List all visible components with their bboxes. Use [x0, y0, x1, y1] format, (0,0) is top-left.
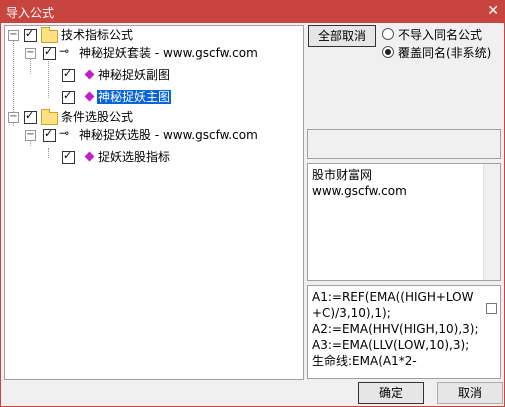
formula-checkbox[interactable] — [486, 303, 497, 314]
tree-checkbox[interactable] — [43, 45, 56, 60]
formula-icon — [84, 69, 95, 80]
collapse-icon[interactable]: − — [8, 112, 19, 123]
tree-node-label: 神秘捉妖主图 — [97, 90, 172, 104]
tree-checkbox[interactable] — [43, 127, 56, 142]
tree-checkbox[interactable] — [62, 149, 75, 164]
description-scrollbar[interactable] — [483, 164, 500, 280]
tree-node-label: 神秘捉妖选股 - www.gscfw.com — [79, 128, 258, 142]
description-line-1: 股市财富网 — [312, 168, 373, 182]
formula-source-box[interactable]: A1:=REF(EMA((HIGH+LOW +C)/3,10),1); A2:=… — [307, 285, 501, 379]
radio-no-import[interactable] — [382, 28, 394, 40]
ok-button[interactable]: 确定 — [358, 382, 424, 404]
formula-source-text: A1:=REF(EMA((HIGH+LOW +C)/3,10),1); A2:=… — [312, 289, 479, 369]
tree-node-label: 条件选股公式 — [61, 110, 134, 124]
formula-tree[interactable]: − 技术指标公式 − ⊸ 神秘捉妖套装 - www.gscfw.com 神秘捉妖… — [4, 25, 304, 380]
tree-node-label: 神秘捉妖套装 - www.gscfw.com — [79, 46, 258, 60]
empty-field — [307, 129, 501, 159]
deselect-all-button[interactable]: 全部取消 — [308, 25, 376, 47]
description-text: 股市财富网 www.gscfw.com — [312, 167, 407, 199]
formula-line: 生命线:EMA(A1*2- — [312, 354, 417, 368]
tree-node-tech-indicators[interactable]: − 技术指标公式 — [5, 26, 295, 44]
tree-node-label: 捉妖选股指标 — [98, 150, 171, 164]
cancel-button[interactable]: 取消 — [437, 382, 503, 404]
key-icon: ⊸ — [59, 44, 70, 58]
formula-line: A2:=EMA(HHV(HIGH,10),3); — [312, 322, 479, 336]
title-bar: 导入公式 ✕ — [1, 1, 504, 23]
tree-node-main-chart[interactable]: 神秘捉妖主图 — [5, 88, 295, 106]
formula-line: +C)/3,10),1); — [312, 306, 391, 320]
folder-icon — [41, 109, 58, 125]
tree-node-label: 技术指标公式 — [61, 28, 134, 42]
tree-node-stock-screening[interactable]: − 条件选股公式 — [5, 108, 295, 126]
tree-node-sub-chart[interactable]: 神秘捉妖副图 — [5, 66, 295, 84]
radio-overwrite-label[interactable]: 覆盖同名(非系统) — [398, 44, 491, 61]
radio-no-import-label[interactable]: 不导入同名公式 — [398, 26, 482, 43]
collapse-icon[interactable]: − — [8, 30, 19, 41]
key-icon: ⊸ — [59, 126, 70, 140]
folder-icon — [41, 27, 58, 43]
formula-line: A1:=REF(EMA((HIGH+LOW — [312, 290, 474, 304]
tree-checkbox[interactable] — [62, 89, 75, 104]
radio-overwrite[interactable] — [382, 46, 394, 58]
collapse-icon[interactable]: − — [25, 130, 36, 141]
tree-node-screening-suite[interactable]: − ⊸ 神秘捉妖选股 - www.gscfw.com — [5, 126, 295, 144]
tree-node-label: 神秘捉妖副图 — [98, 68, 171, 82]
description-line-2: www.gscfw.com — [312, 184, 407, 198]
formula-line: A3:=EMA(LLV(LOW,10),3); — [312, 338, 470, 352]
formula-description-box[interactable]: 股市财富网 www.gscfw.com — [307, 163, 501, 281]
close-icon[interactable]: ✕ — [487, 4, 499, 19]
tree-node-suite[interactable]: − ⊸ 神秘捉妖套装 - www.gscfw.com — [5, 44, 295, 62]
formula-icon — [84, 151, 95, 162]
tree-checkbox[interactable] — [24, 27, 37, 42]
tree-checkbox[interactable] — [62, 67, 75, 82]
dialog-title: 导入公式 — [6, 6, 55, 20]
tree-node-screening-indicator[interactable]: 捉妖选股指标 — [5, 148, 295, 166]
tree-checkbox[interactable] — [24, 109, 37, 124]
collapse-icon[interactable]: − — [25, 48, 36, 59]
import-formula-dialog: 导入公式 ✕ − 技术指标公式 − ⊸ 神秘捉妖套装 - www.gscfw.c… — [0, 0, 505, 407]
formula-icon — [84, 91, 95, 102]
